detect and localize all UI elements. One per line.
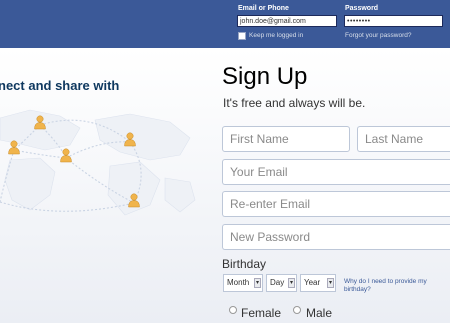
last-name-field[interactable]: Last Name (357, 126, 450, 152)
reenter-email-field[interactable]: Re-enter Email (222, 191, 450, 217)
year-select-label: Year (304, 278, 321, 287)
password-label: Password (345, 5, 379, 12)
female-label: Female (241, 306, 282, 320)
male-radio[interactable] (293, 306, 301, 314)
signup-title: Sign Up (222, 63, 308, 90)
month-select-label: Month (227, 278, 250, 287)
email-field[interactable]: Your Email (222, 159, 450, 185)
why-birthday-link[interactable]: Why do I need to provide my birthday? (344, 278, 444, 294)
male-label: Male (306, 306, 333, 320)
world-connections-map (0, 109, 196, 216)
top-bar: Email or Phone Password john.doe@gmail.c… (0, 0, 450, 48)
chevron-down-icon: ▾ (327, 278, 334, 288)
first-name-field[interactable]: First Name (222, 126, 350, 152)
new-password-field[interactable]: New Password (222, 224, 450, 250)
login-email-input[interactable]: john.doe@gmail.com (237, 15, 337, 27)
login-password-input[interactable]: •••••••• (344, 15, 443, 27)
keep-logged-in-label: Keep me logged in (249, 32, 304, 39)
chevron-down-icon: ▾ (254, 278, 261, 288)
forgot-password-link[interactable]: Forgot your password? (345, 32, 411, 39)
keep-logged-in-checkbox[interactable] (238, 32, 246, 40)
email-label: Email or Phone (238, 5, 289, 12)
birthday-label: Birthday (222, 257, 267, 271)
birthday-year-select[interactable]: Year ▾ (300, 274, 336, 292)
signup-subtitle: It's free and always will be. (223, 96, 366, 110)
day-select-label: Day (270, 278, 285, 287)
female-radio[interactable] (229, 306, 237, 314)
world-map-landmass (0, 109, 196, 216)
chevron-down-icon: ▾ (288, 278, 295, 288)
birthday-month-select[interactable]: Month ▾ (223, 274, 263, 292)
birthday-day-select[interactable]: Day ▾ (266, 274, 297, 292)
promo-tagline: nect and share with (0, 78, 120, 93)
